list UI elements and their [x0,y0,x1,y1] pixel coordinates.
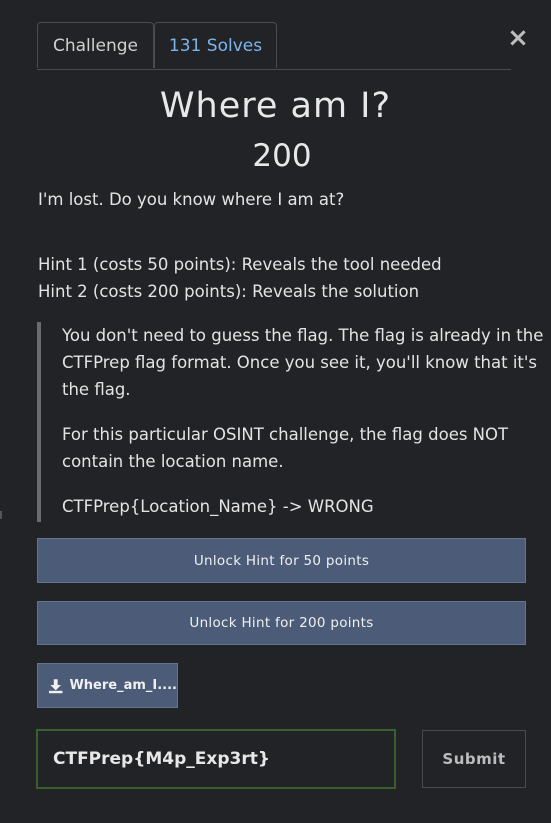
notice-line: CTFPrep flag format. Once you see it, yo… [62,353,538,372]
notice-line: For this particular OSINT challenge, the… [62,425,509,444]
unlock-hint-200-button[interactable]: Unlock Hint for 200 points [37,601,526,645]
hint-2-text: Hint 2 (costs 200 points): Reveals the s… [38,282,420,301]
challenge-title: Where am I? [159,86,392,126]
notice-blockquote: You don't need to guess the flag. The fl… [37,322,543,522]
notice-line: You don't need to guess the flag. The fl… [62,326,544,345]
challenge-tabs: Challenge 131 Solves [37,22,511,70]
challenge-value: 200 [252,138,312,174]
hint-1-text: Hint 1 (costs 50 points): Reveals the to… [38,255,442,274]
edge-divider [0,511,2,519]
flag-input[interactable] [36,729,396,789]
tab-challenge[interactable]: Challenge [37,22,154,68]
unlock-hint-50-button[interactable]: Unlock Hint for 50 points [37,538,526,583]
tab-solves[interactable]: 131 Solves [154,22,277,68]
close-icon[interactable]: × [507,24,529,52]
challenge-description: I'm lost. Do you know where I am at? [38,190,345,209]
notice-line: the flag. [62,380,131,399]
file-download-button[interactable]: Where_am_I.... [37,663,178,708]
file-name: Where_am_I.... [69,678,177,693]
download-icon [48,678,63,693]
notice-line: contain the location name. [62,452,284,471]
submit-button[interactable]: Submit [422,730,526,788]
notice-line: CTFPrep{Location_Name} -> WRONG [62,497,374,516]
